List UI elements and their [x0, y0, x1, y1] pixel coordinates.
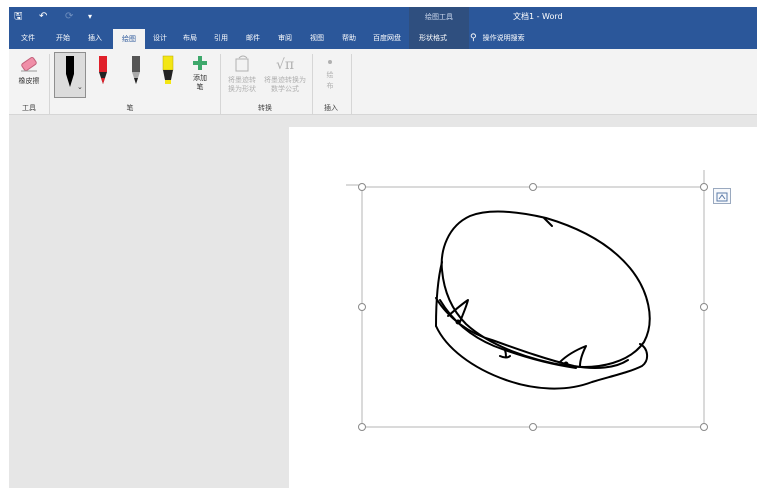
plus-icon [193, 56, 207, 70]
group-label-insert: 插入 [324, 104, 338, 112]
canvas-icon [328, 60, 332, 64]
title-bar [9, 7, 757, 27]
add-pen-button[interactable]: 添加笔 [187, 54, 213, 92]
document-background [9, 115, 757, 127]
tab-help[interactable]: 帮助 [334, 27, 364, 49]
tab-references[interactable]: 引用 [207, 27, 235, 49]
customize-quick-access-icon[interactable]: ▾ [88, 7, 92, 27]
svg-text:√π: √π [276, 57, 294, 73]
ink-to-shape-icon [235, 55, 249, 72]
layout-options-button[interactable] [713, 188, 731, 204]
ink-to-shape-button[interactable]: 将墨迹转换为形状 [225, 54, 261, 94]
tab-mailings[interactable]: 邮件 [239, 27, 267, 49]
group-label-convert: 转换 [258, 104, 272, 112]
eraser-button[interactable]: 橡皮擦 [12, 54, 46, 86]
tell-me-label: 操作说明搜索 [482, 34, 525, 42]
group-separator [220, 54, 221, 114]
group-label-pens: 笔 [126, 104, 134, 112]
pencil-gray-icon [132, 56, 140, 84]
ink-to-math-icon: √π [276, 57, 294, 73]
undo-icon[interactable]: ↶ [39, 7, 47, 27]
add-pen-label: 添加笔 [193, 74, 207, 91]
tab-view[interactable]: 视图 [303, 27, 331, 49]
tab-shape-format[interactable]: 形状格式 [412, 27, 454, 49]
lightbulb-icon: ⚲ [470, 33, 477, 43]
document-background [9, 127, 289, 488]
tell-me-search[interactable]: ⚲ 操作说明搜索 [470, 27, 525, 49]
tab-baidu-netdisk[interactable]: 百度网盘 [367, 27, 407, 49]
tab-insert[interactable]: 插入 [80, 27, 110, 49]
ink-to-math-button[interactable]: √π 将墨迹转换为数学公式 [262, 54, 308, 94]
tab-file[interactable]: 文件 [14, 27, 42, 49]
group-label-tools: 工具 [22, 104, 36, 112]
group-separator [351, 54, 352, 114]
group-separator [49, 54, 50, 114]
tab-design[interactable]: 设计 [146, 27, 174, 49]
pen-red-button[interactable] [93, 54, 113, 92]
eraser-label: 橡皮擦 [18, 77, 40, 85]
pen-red-icon [99, 56, 107, 84]
tab-layout[interactable]: 布局 [176, 27, 204, 49]
highlighter-yellow-button[interactable] [157, 54, 179, 92]
eraser-icon [21, 56, 37, 72]
highlighter-yellow-icon [162, 55, 174, 84]
layout-options-icon [716, 192, 728, 202]
save-icon[interactable]: 🖫 [14, 7, 23, 27]
tab-home[interactable]: 开始 [48, 27, 78, 49]
insert-canvas-button[interactable]: 绘布 [318, 56, 342, 92]
ink-to-shape-label: 将墨迹转换为形状 [228, 76, 256, 93]
redo-icon[interactable]: ⟳ [65, 7, 73, 27]
ink-to-math-label: 将墨迹转换为数学公式 [264, 76, 306, 93]
pen-gray-button[interactable] [126, 54, 146, 92]
document-page[interactable] [289, 127, 757, 488]
insert-canvas-label: 绘布 [326, 71, 334, 90]
tab-draw[interactable]: 绘图 [113, 29, 145, 49]
window-title: 文档1 - Word [513, 12, 563, 21]
group-separator [312, 54, 313, 114]
tab-review[interactable]: 审阅 [271, 27, 299, 49]
context-tab-group-label: 绘图工具 [425, 13, 453, 21]
pen-black-button[interactable]: ⌄ [54, 52, 86, 98]
pen-dropdown-icon[interactable]: ⌄ [77, 83, 83, 91]
